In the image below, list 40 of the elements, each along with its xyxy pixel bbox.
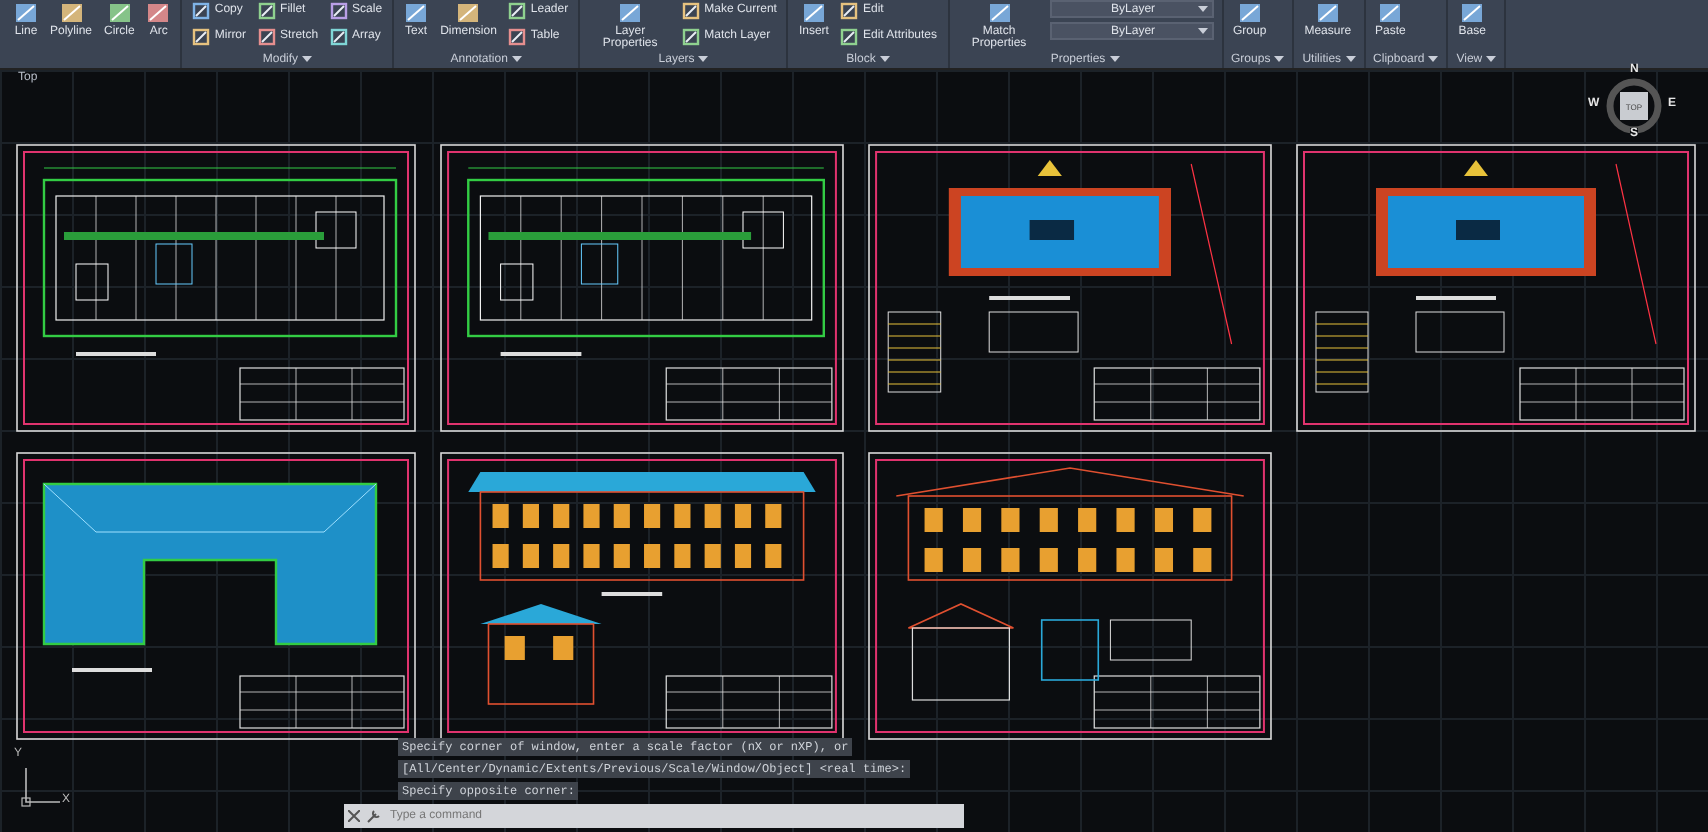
caret-icon — [511, 56, 522, 64]
caret-icon — [1197, 27, 1208, 35]
tool-icon — [258, 2, 277, 20]
tool-icon — [1378, 2, 1403, 24]
caret-icon — [879, 56, 890, 64]
tool-icon — [1460, 2, 1485, 24]
wrench-icon — [366, 809, 380, 823]
tool-icon — [840, 2, 859, 20]
tool-icon — [107, 2, 132, 24]
tool-icon — [508, 2, 527, 20]
tool-icon — [618, 2, 643, 24]
tool-icon — [14, 2, 38, 24]
tool-icon — [404, 2, 429, 24]
caret-icon — [1274, 56, 1285, 64]
caret-icon — [1197, 5, 1208, 13]
compass-ring-icon — [1606, 78, 1662, 134]
tool-icon — [192, 2, 211, 20]
caret-icon — [1486, 56, 1497, 64]
ucs-axes-icon — [20, 764, 64, 808]
close-icon — [348, 810, 360, 822]
tool-icon — [258, 28, 277, 46]
tool-icon — [682, 28, 701, 46]
tool-icon — [330, 2, 349, 20]
tool-icon — [508, 28, 527, 46]
tool-icon — [1315, 2, 1340, 24]
tool-icon — [987, 2, 1012, 24]
caret-icon — [698, 56, 709, 64]
tool-icon — [801, 2, 826, 24]
tool-icon — [840, 28, 859, 46]
caret-icon — [1428, 56, 1439, 64]
tool-icon — [456, 2, 481, 24]
tool-icon — [682, 2, 701, 20]
caret-icon — [302, 56, 313, 64]
tool-icon — [192, 28, 211, 46]
tool-icon — [146, 2, 171, 24]
tool-icon — [330, 28, 349, 46]
tool-icon — [59, 2, 83, 24]
caret-icon — [1345, 56, 1356, 64]
caret-icon — [1109, 56, 1120, 64]
tool-icon — [1237, 2, 1262, 24]
